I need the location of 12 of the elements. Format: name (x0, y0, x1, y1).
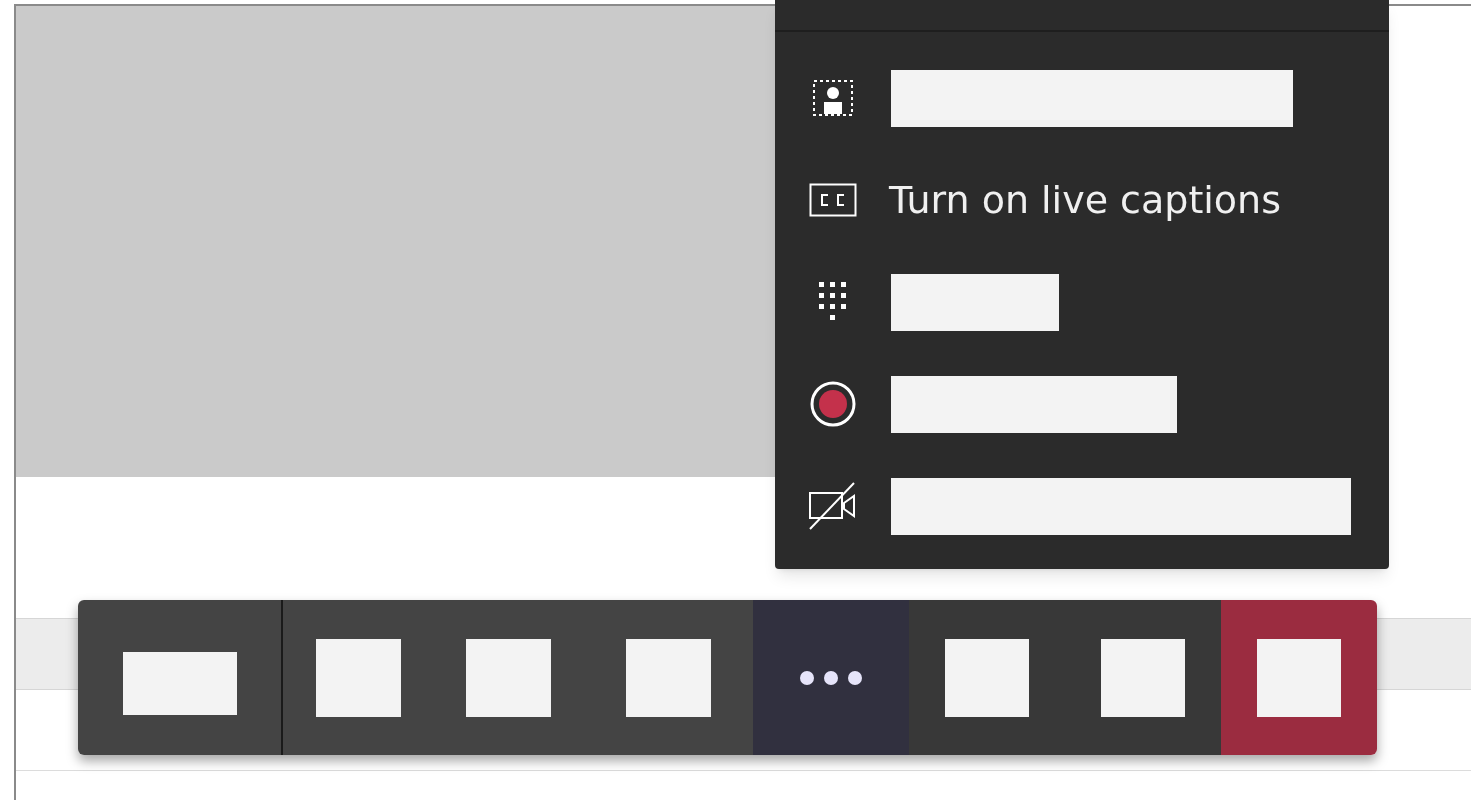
toolbar-button[interactable] (78, 600, 283, 755)
toolbar-button[interactable] (583, 600, 753, 755)
background-blur-icon (812, 79, 854, 117)
toolbar-button[interactable] (1065, 600, 1221, 755)
toolbar-button[interactable] (283, 600, 433, 755)
record-icon (809, 381, 857, 427)
toolbar-button[interactable] (1221, 600, 1377, 755)
video-off-icon (808, 481, 858, 531)
more-icon (799, 669, 863, 686)
toolbar-button[interactable] (909, 600, 1065, 755)
menu-item[interactable]: Turn on live captions (775, 149, 1389, 251)
captions-icon (809, 183, 857, 217)
